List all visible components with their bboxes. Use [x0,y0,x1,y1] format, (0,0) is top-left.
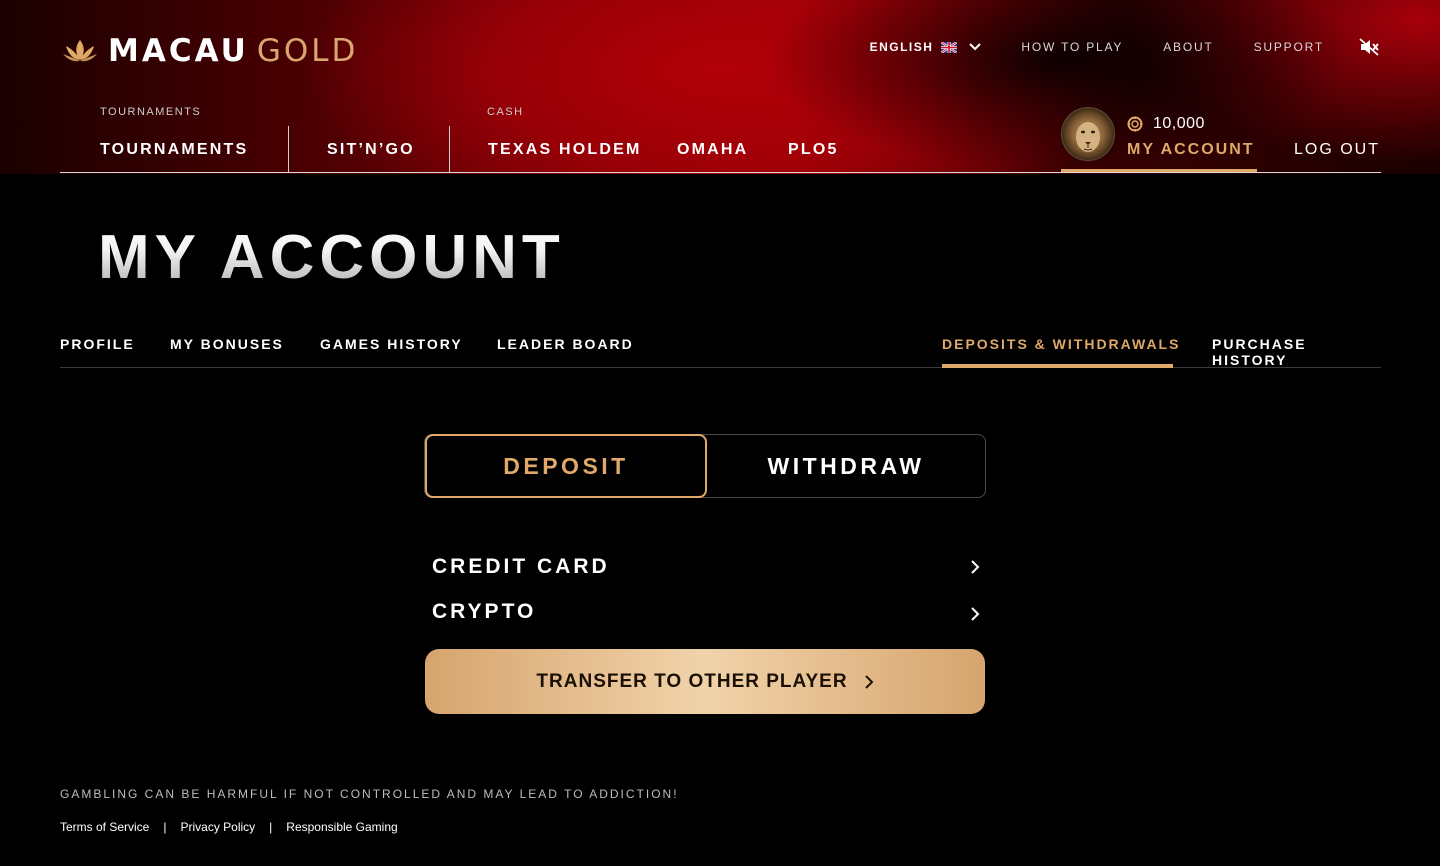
nav-texas-holdem[interactable]: TEXAS HOLDEM [488,141,642,159]
nav-about[interactable]: ABOUT [1163,40,1213,54]
nav-omaha[interactable]: OMAHA [677,141,748,159]
method-credit-card[interactable]: CREDIT CARD [432,552,984,582]
method-label: CREDIT CARD [432,555,610,578]
page-title: MY ACCOUNT [98,223,565,292]
nav-sitngo[interactable]: SIT’N’GO [327,141,415,159]
tab-profile[interactable]: PROFILE [60,336,135,352]
logo[interactable]: MACAU GOLD [62,33,359,69]
category-cash: CASH [487,106,524,118]
tab-deposits-withdrawals[interactable]: DEPOSITS & WITHDRAWALS [942,336,1180,352]
language-label: ENGLISH [869,40,934,54]
tab-my-bonuses[interactable]: MY BONUSES [170,336,284,352]
top-nav: ENGLISH HOW TO PLAY ABOUT SUPPORT [870,38,1380,56]
nav-support[interactable]: SUPPORT [1254,40,1324,54]
nav-how-to-play[interactable]: HOW TO PLAY [1021,40,1123,54]
header-divider [60,172,1381,173]
logout-button[interactable]: LOG OUT [1294,141,1380,159]
chevron-down-icon [969,43,982,51]
category-tournaments: TOURNAMENTS [100,106,202,118]
nav-divider [288,126,289,172]
withdraw-button[interactable]: WITHDRAW [707,435,985,497]
footer-separator: | [163,820,167,834]
logo-text-primary: MACAU [108,33,249,69]
logo-text-secondary: GOLD [256,33,359,69]
method-crypto[interactable]: CRYPTO [432,597,984,627]
lotus-icon [63,40,97,62]
responsible-gaming-link[interactable]: Responsible Gaming [286,820,397,834]
tab-purchase-history[interactable]: PURCHASE HISTORY [1212,336,1381,368]
uk-flag-icon [941,41,958,53]
terms-of-service-link[interactable]: Terms of Service [60,820,149,834]
nav-tournaments[interactable]: TOURNAMENTS [100,141,248,159]
tab-games-history[interactable]: GAMES HISTORY [320,336,463,352]
chevron-right-icon [971,607,980,621]
footer-separator: | [269,820,273,834]
balance-value: 10,000 [1153,115,1205,132]
method-label: CRYPTO [432,600,537,623]
lion-avatar-image [1061,107,1115,161]
gambling-disclaimer: GAMBLING CAN BE HARMFUL IF NOT CONTROLLE… [60,787,679,801]
transfer-to-player-button[interactable]: TRANSFER TO OTHER PLAYER [425,649,985,714]
speaker-muted-icon[interactable] [1358,37,1380,57]
tab-leader-board[interactable]: LEADER BOARD [497,336,634,352]
site-header: MACAU GOLD ENGLISH HOW TO PLAY ABOUT SUP… [0,0,1440,174]
deposit-button[interactable]: DEPOSIT [425,434,707,498]
account-tabs: PROFILE MY BONUSES GAMES HISTORY LEADER … [60,336,1381,368]
chip-icon [1127,116,1143,132]
my-account-link[interactable]: MY ACCOUNT [1127,141,1255,159]
language-selector[interactable]: ENGLISH [870,40,982,54]
avatar[interactable] [1061,107,1115,161]
nav-divider [449,126,450,172]
privacy-policy-link[interactable]: Privacy Policy [180,820,255,834]
nav-plo5[interactable]: PLO5 [788,141,839,159]
tabs-divider [60,367,1381,368]
deposit-withdraw-toggle: DEPOSIT WITHDRAW [424,434,986,498]
footer-links: Terms of Service | Privacy Policy | Resp… [60,820,398,834]
active-tab-indicator [942,364,1173,368]
chevron-right-icon [971,560,980,574]
chevron-right-icon [864,674,873,689]
transfer-label: TRANSFER TO OTHER PLAYER [536,670,848,692]
